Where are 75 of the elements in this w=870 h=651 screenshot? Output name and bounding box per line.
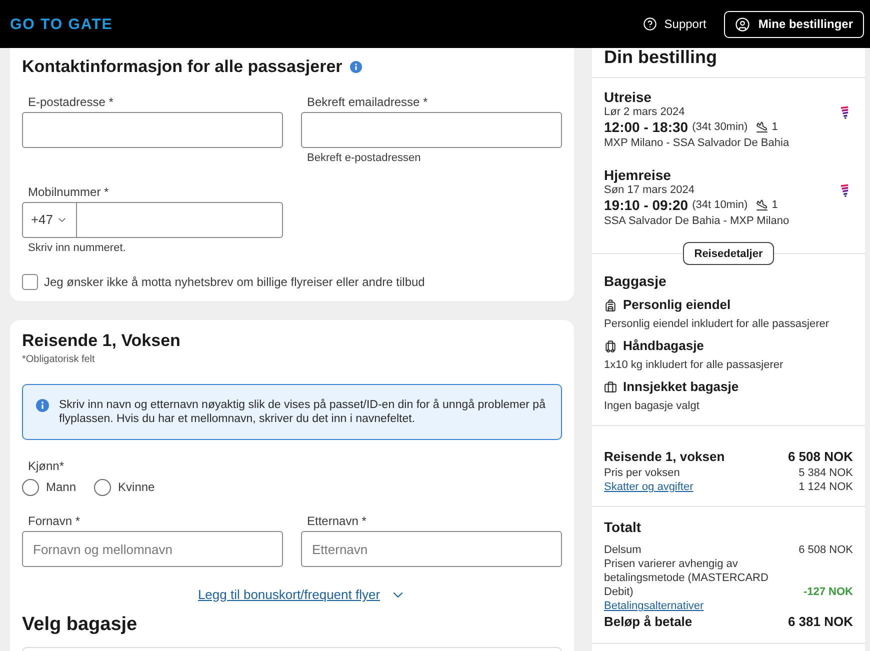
logo[interactable]: GO TO GATE: [10, 16, 113, 32]
price-title: Reisende 1, voksen: [604, 448, 725, 466]
info-icon: [36, 399, 49, 412]
radio-label: Mann: [46, 479, 76, 495]
price-label: Delsum: [604, 543, 642, 557]
backpack-icon: [604, 298, 617, 312]
landing-plane-icon: [756, 199, 768, 211]
leg-route: MXP Milano - SSA Salvador De Bahia: [604, 136, 790, 150]
checkbox[interactable]: [22, 274, 38, 290]
field-label: Mobilnummer *: [27, 184, 110, 200]
radio-label: Kvinne: [118, 479, 155, 495]
field-hint: Skriv inn nummeret.: [27, 241, 127, 255]
payment-options-link[interactable]: Betalingsalternativer: [604, 599, 704, 613]
leg-route: SSA Salvador De Bahia - MXP Milano: [604, 214, 790, 228]
field-label: Kjønn*: [27, 458, 66, 474]
suitcase-icon: [604, 380, 617, 394]
support-link[interactable]: Support: [643, 15, 706, 33]
flight-times: 12:00 - 18:30: [604, 119, 688, 135]
country-code-select[interactable]: +47: [22, 202, 77, 238]
help-icon: [643, 17, 658, 31]
landing-plane-icon: [756, 121, 768, 133]
field-hint: Bekreft e-postadressen: [306, 151, 422, 165]
field-label: Etternavn *: [306, 513, 368, 529]
leg-title: Utreise: [604, 88, 652, 106]
section-title: Reisende 1, Voksen: [22, 330, 182, 352]
leg-date: Lør 2 mars 2024: [604, 106, 686, 119]
panel-title: Din bestilling: [604, 48, 718, 67]
payment-fee-amount: -127 NOK: [803, 585, 853, 599]
leg-title: Hjemreise: [604, 166, 672, 184]
field-label: Bekreft emailadresse *: [306, 94, 429, 110]
total-amount: 6 381 NOK: [788, 614, 853, 630]
flight-duration: (34t 10min): [692, 198, 748, 212]
baggage-description: Personlig eiendel inkludert for alle passasjerer: [604, 317, 830, 331]
checkbox-label: Jeg ønsker ikke å motta nyhetsbrev om billige flyreiser eller andre tilbud: [44, 274, 425, 290]
section-title: Kontaktinformasjon for alle passasjerer: [22, 56, 342, 78]
name-field[interactable]: Fornavn og mellomnavn: [22, 531, 283, 567]
info-text: Skriv inn navn og etternavn nøyaktig slik de vises på passet/ID-en din for å unngå problemer på flyplassen. Hvis du har et mellomnavn, skriver du det inn i navnefeltet.: [59, 398, 546, 426]
baggage-description: 1x10 kg inkludert for alle passasjerer: [604, 358, 784, 372]
price-label: Pris per voksen: [604, 466, 680, 480]
my-bookings-button[interactable]: Mine bestillinger: [724, 10, 864, 38]
baggage-name: Håndbagasje: [623, 337, 704, 355]
trip-details-button[interactable]: Reisedetaljer: [683, 242, 774, 265]
leg-date: Søn 17 mars 2024: [604, 184, 696, 197]
flight-duration: (34t 30min): [692, 120, 748, 134]
email-field[interactable]: [22, 112, 283, 148]
email-field[interactable]: [301, 112, 562, 148]
striped-logo-icon: [840, 184, 849, 196]
user-icon: [735, 16, 750, 32]
name-field[interactable]: Etternavn: [301, 531, 562, 567]
luggage-icon: [604, 340, 617, 352]
price-amount: 6 508 NOK: [798, 543, 853, 557]
taxes-link[interactable]: Skatter og avgifter: [604, 480, 694, 494]
total-label: Beløp å betale: [604, 614, 692, 630]
stops-count: 1: [772, 198, 778, 212]
field-label: E-postadresse *: [27, 94, 114, 110]
baggage-name: Personlig eiendel: [623, 296, 731, 314]
baggage-name: Innsjekket bagasje: [623, 378, 739, 396]
phone-field[interactable]: [77, 202, 283, 238]
info-icon: [350, 61, 362, 73]
striped-logo-icon: [840, 106, 849, 118]
panel-subtitle: Totalt: [604, 518, 642, 536]
baggage-description: Ingen bagasje valgt: [604, 399, 700, 413]
stops-count: 1: [772, 120, 778, 134]
flight-times: 19:10 - 09:20: [604, 197, 688, 213]
payment-fee-note: Prisen varierer avhengig av betalingsmetode (MASTERCARD Debit): [604, 557, 769, 599]
price-amount: 6 508 NOK: [788, 448, 853, 466]
radio-button[interactable]: [22, 478, 39, 496]
required-note: *Obligatorisk felt: [22, 353, 96, 366]
bonus-card-link[interactable]: Legg til bonuskort/frequent flyer: [198, 587, 406, 603]
field-label: Fornavn *: [27, 513, 82, 529]
price-amount: 5 384 NOK: [798, 466, 853, 480]
panel-subtitle: Baggasje: [604, 272, 668, 290]
radio-button[interactable]: [94, 478, 112, 496]
price-amount: 1 124 NOK: [798, 480, 853, 494]
section-title: Velg bagasje: [22, 613, 138, 637]
